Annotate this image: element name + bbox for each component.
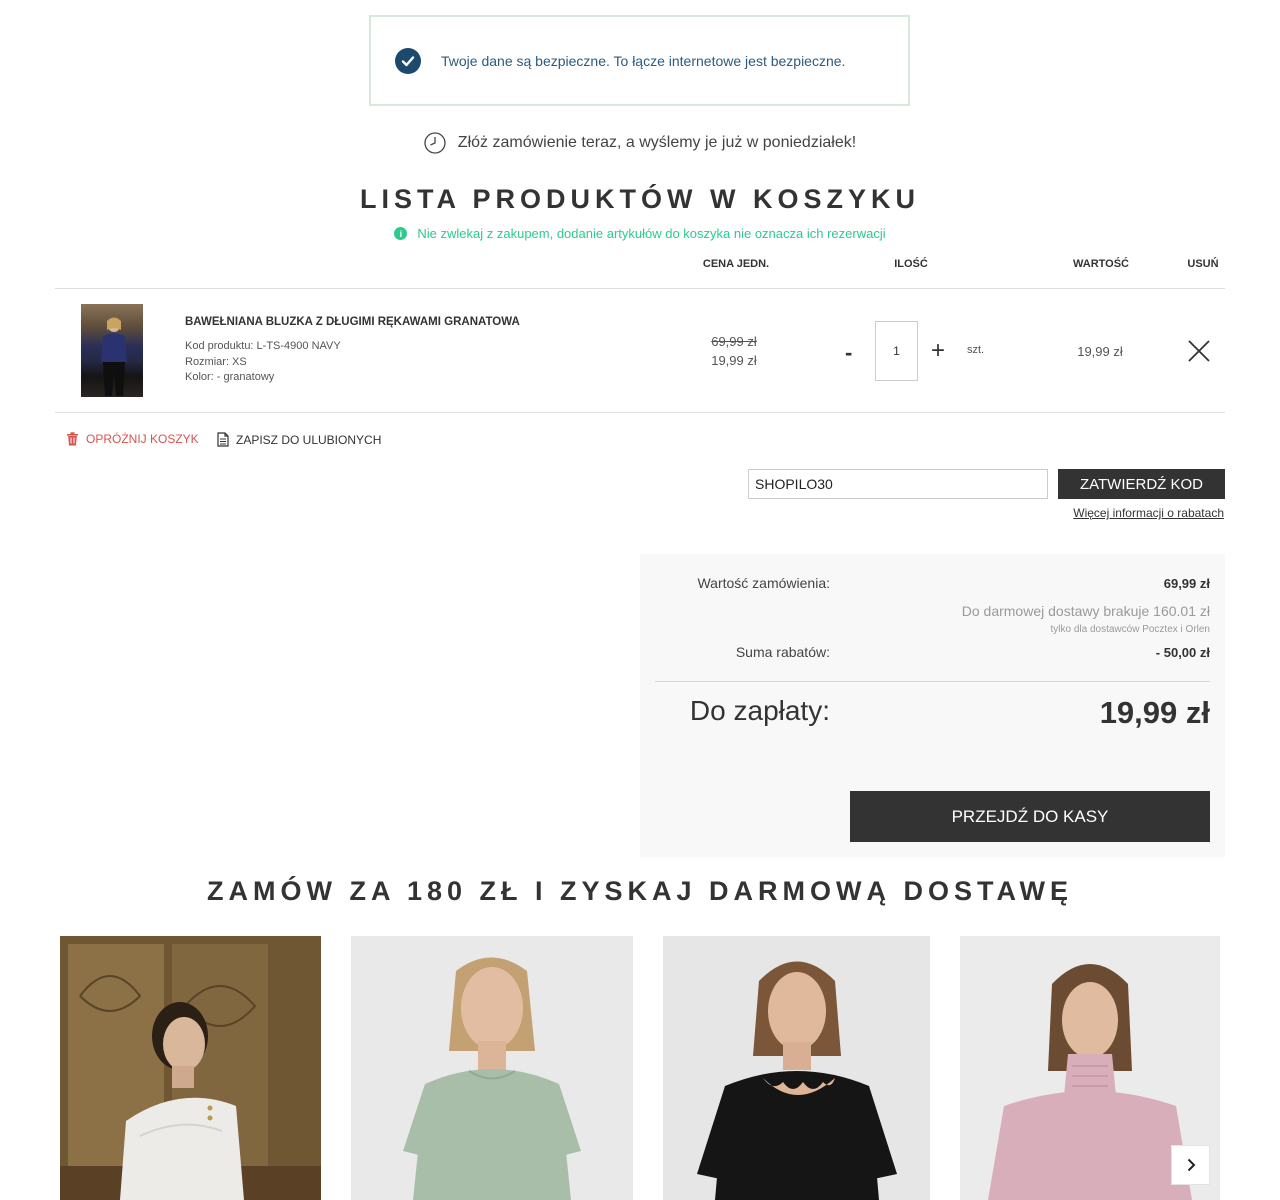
cart-top-divider bbox=[55, 288, 1225, 289]
unit-price: 19,99 zł bbox=[711, 353, 757, 368]
free-shipping-note: Do darmowej dostawy brakuje 160.01 zł bbox=[961, 603, 1210, 619]
increase-quantity-button[interactable]: + bbox=[931, 337, 945, 365]
document-icon bbox=[217, 432, 229, 447]
discount-label: Suma rabatów: bbox=[735, 644, 830, 660]
checkout-button[interactable]: PRZEJDŹ DO KASY bbox=[850, 791, 1210, 842]
to-pay-label: Do zapłaty: bbox=[689, 695, 830, 726]
reservation-notice: i Nie zwlekaj z zakupem, dodanie artykuł… bbox=[0, 226, 1280, 241]
trash-icon bbox=[67, 432, 78, 446]
shipping-info-text: Złóż zamówienie teraz, a wyślemy je już … bbox=[457, 134, 857, 151]
to-pay-value: 19,99 zł bbox=[1099, 695, 1210, 730]
info-icon: i bbox=[394, 227, 408, 240]
discount-info-link[interactable]: Więcej informacji o rabatach bbox=[1000, 506, 1224, 520]
save-to-favorites-label: ZAPISZ DO ULUBIONYCH bbox=[236, 432, 382, 447]
product-thumbnail[interactable] bbox=[81, 304, 143, 397]
discount-value: - 50,00 zł bbox=[1155, 645, 1210, 660]
original-price: 69,99 zł bbox=[711, 334, 757, 349]
column-header-quantity: ILOŚĆ bbox=[894, 258, 928, 270]
secure-connection-banner: Twoje dane są bezpieczne. To łącze inter… bbox=[369, 15, 910, 106]
product-name[interactable]: BAWEŁNIANA BLUZKA Z DŁUGIMI RĘKAWAMI GRA… bbox=[185, 316, 520, 328]
save-to-favorites-button[interactable]: ZAPISZ DO ULUBIONYCH bbox=[217, 432, 381, 447]
order-summary: Wartość zamówienia: 69,99 zł Do darmowej… bbox=[640, 554, 1225, 857]
quantity-unit: szt. bbox=[967, 344, 985, 356]
recommended-product-card[interactable] bbox=[351, 936, 633, 1200]
checkmark-icon bbox=[395, 47, 421, 74]
decrease-quantity-button[interactable]: - bbox=[845, 340, 852, 366]
column-header-value: WARTOŚĆ bbox=[1072, 258, 1130, 270]
product-code: Kod produktu: L-TS-4900 NAVY bbox=[185, 340, 341, 352]
order-value-label: Wartość zamówienia: bbox=[697, 575, 830, 591]
carriers-note: tylko dla dostawców Pocztex i Orlen bbox=[1050, 624, 1210, 635]
empty-cart-label: OPRÓŻNIJ KOSZYK bbox=[86, 432, 199, 446]
column-header-remove: USUŃ bbox=[1187, 258, 1219, 270]
row-total-value: 19,99 zł bbox=[1077, 344, 1123, 359]
cart-title: LISTA PRODUKTÓW W KOSZYKU bbox=[360, 184, 920, 214]
order-value: 69,99 zł bbox=[1163, 576, 1210, 591]
clock-icon bbox=[424, 132, 446, 154]
empty-cart-button[interactable]: OPRÓŻNIJ KOSZYK bbox=[66, 432, 199, 446]
recommended-product-card[interactable] bbox=[663, 936, 930, 1200]
recommendations-title: ZAMÓW ZA 180 ZŁ I ZYSKAJ DARMOWĄ DOSTAWĘ bbox=[207, 876, 1073, 906]
close-icon[interactable] bbox=[1186, 338, 1212, 364]
cart-bottom-divider bbox=[55, 412, 1225, 413]
coupon-code-input[interactable] bbox=[748, 469, 1048, 499]
summary-divider bbox=[655, 681, 1210, 682]
chevron-right-icon bbox=[1187, 1158, 1195, 1172]
carousel-next-button[interactable] bbox=[1171, 1145, 1210, 1185]
column-header-unit-price: CENA JEDN. bbox=[702, 258, 770, 270]
product-color: Kolor: - granatowy bbox=[185, 371, 275, 383]
quantity-input[interactable] bbox=[875, 321, 918, 381]
shipping-info: Złóż zamówienie teraz, a wyślemy je już … bbox=[0, 132, 1280, 154]
reservation-notice-text: Nie zwlekaj z zakupem, dodanie artykułów… bbox=[417, 226, 886, 241]
recommended-product-card[interactable] bbox=[60, 936, 321, 1200]
apply-coupon-button[interactable]: ZATWIERDŹ KOD bbox=[1058, 469, 1225, 499]
product-size: Rozmiar: XS bbox=[185, 356, 247, 368]
secure-connection-text: Twoje dane są bezpieczne. To łącze inter… bbox=[441, 52, 846, 69]
